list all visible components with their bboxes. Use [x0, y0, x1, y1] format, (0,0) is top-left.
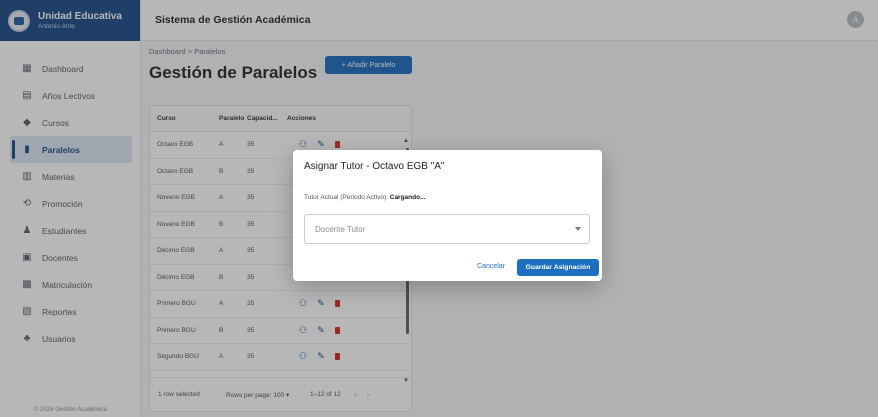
assign-tutor-dialog: Asignar Tutor - Octavo EGB "A" Tutor Act…	[293, 150, 602, 281]
dropdown-arrow-icon	[575, 227, 581, 231]
docente-tutor-select[interactable]: Docente Tutor	[304, 214, 590, 244]
current-tutor-label: Tutor Actual (Periodo Activo):	[304, 194, 388, 201]
dialog-title: Asignar Tutor - Octavo EGB "A"	[304, 161, 445, 172]
current-tutor-status: Tutor Actual (Periodo Activo): Cargando.…	[304, 194, 426, 201]
save-assignment-button[interactable]: Guardar Asignación	[517, 259, 599, 276]
docente-tutor-placeholder: Docente Tutor	[315, 224, 366, 234]
cancel-button[interactable]: Cancelar	[477, 263, 505, 270]
current-tutor-value: Cargando...	[389, 194, 426, 201]
